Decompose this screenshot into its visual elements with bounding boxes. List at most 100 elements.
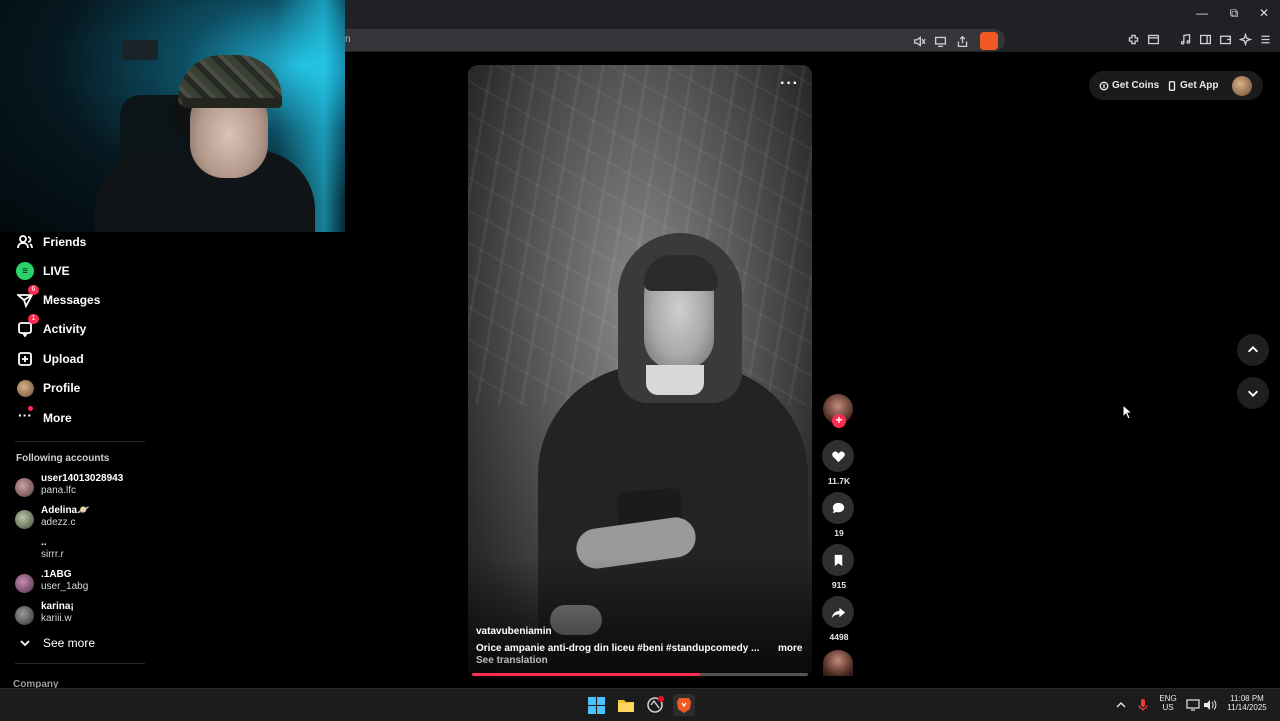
media-icon[interactable] [1176, 30, 1194, 48]
volume-icon[interactable] [1199, 694, 1221, 716]
chevron-down-icon [1247, 390, 1259, 397]
account-item[interactable]: Adelina🪐 adezz.c [0, 505, 200, 535]
avatar [15, 574, 34, 593]
video-author[interactable]: vatavubeniamin [476, 626, 552, 637]
brave-shield-icon[interactable] [980, 32, 998, 50]
next-video-button[interactable] [1237, 377, 1269, 409]
like-button[interactable] [822, 440, 854, 472]
account-name: .. [41, 537, 47, 548]
nav-more-label: More [43, 411, 72, 425]
language-code: ENG [1159, 694, 1177, 703]
get-coins-button[interactable]: Get Coins [1099, 71, 1159, 100]
wallet-icon[interactable] [1216, 30, 1234, 48]
file-explorer-icon[interactable] [615, 694, 637, 716]
video-caption: Orice ampanie anti-drog din liceu #beni … [476, 643, 760, 654]
friends-icon [15, 232, 35, 252]
mute-icon[interactable] [910, 32, 928, 50]
heart-icon [831, 450, 845, 462]
menu-icon[interactable] [1256, 30, 1274, 48]
account-name: Adelina🪐 [41, 505, 90, 516]
language-indicator[interactable]: ENG US [1155, 694, 1181, 712]
coin-icon [1099, 81, 1109, 90]
mouse-cursor-icon [1122, 404, 1134, 420]
avatar [15, 478, 34, 497]
comment-count: 19 [834, 528, 844, 538]
nav-messages[interactable]: 6 Messages [0, 285, 200, 313]
sidebar-toggle-icon[interactable] [1196, 30, 1214, 48]
nav-upload[interactable]: Upload [0, 346, 200, 372]
region-code: US [1162, 703, 1174, 712]
messages-badge: 6 [28, 285, 39, 295]
account-handle: kariii.w [41, 613, 72, 624]
nav-profile[interactable]: Profile [0, 375, 200, 401]
music-disc-avatar[interactable] [823, 650, 853, 676]
live-icon: ≡ [15, 261, 35, 281]
windows-start-icon[interactable] [585, 694, 607, 716]
nav-friends[interactable]: Friends [0, 229, 200, 255]
account-item[interactable]: user14013028943 pana.lfc [0, 473, 200, 503]
user-avatar[interactable] [1232, 76, 1252, 96]
nav-friends-label: Friends [43, 235, 87, 249]
browser-toolbar: n [345, 27, 1280, 52]
share-icon[interactable] [953, 32, 971, 50]
webcam-overlay [0, 0, 345, 232]
close-button[interactable]: ✕ [1249, 4, 1279, 22]
restore-button[interactable]: ⧉ [1219, 4, 1249, 22]
nav-messages-label: Messages [43, 293, 101, 307]
account-name: .1ABG [41, 569, 72, 580]
get-coins-label: Get Coins [1112, 80, 1160, 91]
bookmark-icon [834, 554, 842, 566]
comment-button[interactable] [822, 492, 854, 524]
like-count: 11.7K [827, 476, 851, 486]
brave-browser-icon[interactable] [673, 694, 695, 716]
microphone-icon[interactable] [1132, 694, 1154, 716]
avatar [15, 606, 34, 625]
activity-badge: 1 [28, 314, 39, 324]
address-bar-text: n [345, 34, 351, 45]
see-more-button[interactable]: See more [0, 630, 200, 656]
account-name: karina¡ [41, 601, 74, 612]
nav-more[interactable]: ··· More [0, 405, 200, 431]
upload-icon [15, 349, 35, 369]
nav-upload-label: Upload [43, 352, 84, 366]
extensions-icon[interactable] [1124, 30, 1142, 48]
get-app-label: Get App [1180, 80, 1219, 91]
follow-plus-icon[interactable]: + [832, 414, 846, 428]
video-player[interactable]: ··· vatavubeniamin Orice ampanie anti-dr… [468, 65, 812, 677]
more-icon: ··· [18, 407, 32, 423]
clock[interactable]: 11:08 PM 11/14/2025 [1222, 694, 1272, 712]
video-progress-bar[interactable] [472, 673, 808, 676]
chevron-down-icon [15, 633, 35, 653]
previous-video-button[interactable] [1237, 334, 1269, 366]
see-more-label: See more [43, 636, 96, 650]
account-item[interactable]: .1ABG user_1abg [0, 569, 200, 599]
account-item[interactable]: karina¡ kariii.w [0, 601, 200, 631]
profile-icon [15, 378, 35, 398]
nav-activity-label: Activity [43, 322, 87, 336]
minimize-button[interactable]: — [1187, 4, 1217, 22]
sidebar-divider [15, 441, 145, 442]
video-menu-button[interactable]: ··· [780, 75, 799, 93]
leo-ai-icon[interactable] [1236, 30, 1254, 48]
nav-activity[interactable]: 1 Activity [0, 314, 200, 342]
tray-chevron-up-icon[interactable] [1110, 694, 1132, 716]
taskbar: ENG US 11:08 PM 11/14/2025 [0, 688, 1280, 721]
get-app-button[interactable]: Get App [1167, 71, 1219, 100]
nav-live[interactable]: ≡ LIVE [0, 258, 200, 284]
save-button[interactable] [822, 544, 854, 576]
caption-more-link[interactable]: more [778, 643, 802, 654]
account-handle: pana.lfc [41, 485, 77, 496]
share-button[interactable] [822, 596, 854, 628]
see-translation-link[interactable]: See translation [476, 655, 548, 666]
tabs-icon[interactable] [1144, 30, 1162, 48]
action-rail: + 11.7K 19 915 4498 [820, 390, 860, 690]
account-item[interactable]: .. sirrr.r [0, 537, 200, 567]
save-count: 915 [831, 580, 847, 590]
address-bar[interactable]: n [345, 29, 1005, 51]
share-count: 4498 [829, 632, 849, 642]
nav-live-label: LIVE [43, 264, 70, 278]
app-circle-icon[interactable] [644, 694, 666, 716]
webcam-cap-brim [182, 98, 282, 108]
account-handle: sirrr.r [41, 549, 64, 560]
cast-icon[interactable] [931, 32, 949, 50]
